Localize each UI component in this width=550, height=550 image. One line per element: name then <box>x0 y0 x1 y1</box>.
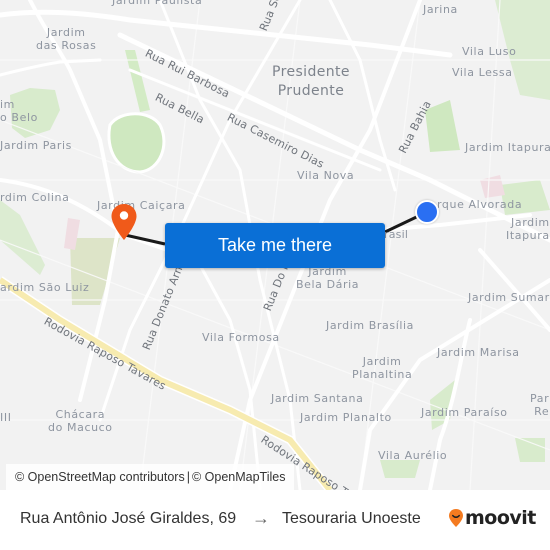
label-jardim-planalto: Jardim Planalto <box>300 411 392 424</box>
label-iii: III <box>0 411 12 424</box>
label-jardim-sao-luiz: ardim São Luiz <box>0 281 90 294</box>
omt-attribution-link[interactable]: © OpenMapTiles <box>192 470 286 484</box>
label-vila-luso: Vila Luso <box>462 45 517 58</box>
attribution-separator: | <box>186 470 190 484</box>
label-jardim-paraiso: Jardim Paraíso <box>421 406 508 419</box>
moovit-logo[interactable]: moovit <box>448 507 536 529</box>
label-jardim-planaltina: Jardim Planaltina <box>352 355 413 381</box>
label-jarina: Jarina <box>423 3 458 16</box>
arrow-right-icon: → <box>252 508 270 528</box>
destination-name: Tesouraria Unoeste <box>282 510 421 527</box>
label-vila-lessa: Vila Lessa <box>452 66 513 79</box>
label-vila-aurelio: Vila Aurélio <box>378 449 448 462</box>
label-jardim-bela-daria: Jardim Bela Dária <box>296 265 360 291</box>
moovit-wordmark: moovit <box>465 507 536 529</box>
destination-pin-icon[interactable] <box>110 203 138 241</box>
osm-attribution-link[interactable]: © OpenStreetMap contributors <box>15 470 185 484</box>
label-jardim-itapura-right: Jardim Itapura <box>506 216 550 242</box>
route-footer: Rua Antônio José Giraldes, 69 → Tesourar… <box>0 490 550 550</box>
label-city-presidente-prudente: Presidente Prudente <box>272 64 350 99</box>
map[interactable]: Jardim Paulista Jardim das Rosas Jarina … <box>0 0 550 490</box>
label-vila-nova: Vila Nova <box>297 169 355 182</box>
take-me-there-button[interactable]: Take me there <box>165 223 385 268</box>
map-attribution: © OpenStreetMap contributors | © OpenMap… <box>6 464 295 490</box>
label-jardim-itapura-top: Jardim Itapura <box>465 141 550 154</box>
label-jardim-das-rosas: Jardim das Rosas <box>36 26 97 52</box>
origin-address: Rua Antônio José Giraldes, 69 <box>20 510 237 527</box>
label-parque-alvorada: rque Alvorada <box>437 198 523 211</box>
label-jardim-brasilia: Jardim Brasília <box>326 319 415 332</box>
moovit-pin-icon <box>449 509 463 527</box>
label-jardim-marisa: Jardim Marisa <box>437 346 520 359</box>
label-vila-formosa: Vila Formosa <box>202 331 280 344</box>
label-jardim-colina: rdim Colina <box>0 191 70 204</box>
label-jardim-belo: im o Belo <box>0 98 38 124</box>
label-parque-re: Par Re <box>530 392 550 418</box>
label-chacara-do-macuco: Chácara do Macuco <box>48 408 113 434</box>
label-jardim-paris: Jardim Paris <box>0 139 72 152</box>
label-jardim-sumare: Jardim Sumar <box>468 291 550 304</box>
label-jardim-santana: Jardim Santana <box>271 392 364 405</box>
origin-location-icon[interactable] <box>415 200 439 224</box>
label-jardim-paulista: Jardim Paulista <box>112 0 203 7</box>
street-brasil: rasil <box>384 228 409 241</box>
